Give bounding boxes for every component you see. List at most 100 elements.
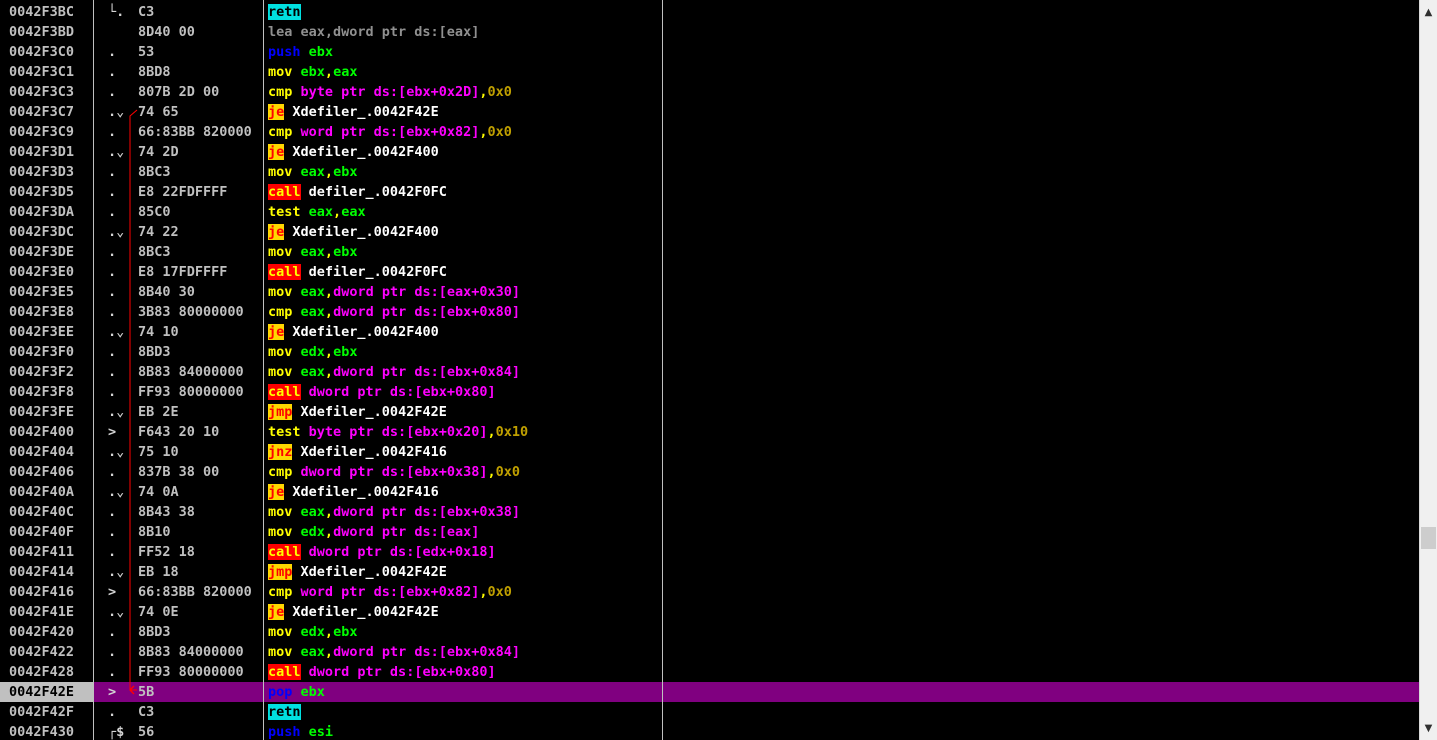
address-cell[interactable]: 0042F3DC [0, 222, 93, 242]
instruction-row[interactable]: 0042F404 .⌄ 75 10 jnz Xdefiler_.0042F416 [0, 442, 1419, 462]
address-cell[interactable]: 0042F42E [0, 682, 93, 702]
disassembly-cell[interactable]: je Xdefiler_.0042F42E [268, 102, 658, 122]
hex-dump-cell[interactable]: C3 [138, 2, 263, 22]
disassembly-cell[interactable]: je Xdefiler_.0042F42E [268, 602, 658, 622]
address-cell[interactable]: 0042F414 [0, 562, 93, 582]
hex-dump-cell[interactable]: 74 0E [138, 602, 263, 622]
hex-dump-cell[interactable]: 8BC3 [138, 242, 263, 262]
disassembly-cell[interactable]: mov eax,ebx [268, 242, 658, 262]
instruction-row[interactable]: 0042F411. FF52 18 call dword ptr ds:[edx+0… [0, 542, 1419, 562]
hex-dump-cell[interactable]: 8B10 [138, 522, 263, 542]
hex-dump-cell[interactable]: 74 22 [138, 222, 263, 242]
instruction-row[interactable]: 0042F3C0. 53 push ebx [0, 42, 1419, 62]
hex-dump-cell[interactable]: 807B 2D 00 [138, 82, 263, 102]
hex-dump-cell[interactable]: FF52 18 [138, 542, 263, 562]
disassembly-cell[interactable]: mov eax,dword ptr ds:[ebx+0x84] [268, 642, 658, 662]
disassembly-cell[interactable]: call dword ptr ds:[edx+0x18] [268, 542, 658, 562]
address-cell[interactable]: 0042F428 [0, 662, 93, 682]
address-cell[interactable]: 0042F3C3 [0, 82, 93, 102]
disassembly-cell[interactable]: je Xdefiler_.0042F400 [268, 322, 658, 342]
instruction-row[interactable]: 0042F3C7 .⌄ 74 65 je Xdefiler_.0042F42E [0, 102, 1419, 122]
scroll-down-icon[interactable]: ▼ [1420, 720, 1437, 737]
address-cell[interactable]: 0042F3BC [0, 2, 93, 22]
instruction-row[interactable]: 0042F3D1 .⌄ 74 2D je Xdefiler_.0042F400 [0, 142, 1419, 162]
address-cell[interactable]: 0042F3D1 [0, 142, 93, 162]
instruction-row[interactable]: 0042F3D5. E8 22FDFFFF call defiler_.0042F0… [0, 182, 1419, 202]
instruction-row[interactable]: 0042F3E0. E8 17FDFFFF call defiler_.0042F0… [0, 262, 1419, 282]
hex-dump-cell[interactable]: EB 18 [138, 562, 263, 582]
instruction-row[interactable]: 0042F3C1. 8BD8 mov ebx,eax [0, 62, 1419, 82]
instruction-row[interactable]: 0042F3FE .⌄ EB 2E jmp Xdefiler_.0042F42E [0, 402, 1419, 422]
hex-dump-cell[interactable]: 8D40 00 [138, 22, 263, 42]
hex-dump-cell[interactable]: 8B83 84000000 [138, 642, 263, 662]
address-cell[interactable]: 0042F42F [0, 702, 93, 722]
address-cell[interactable]: 0042F3E5 [0, 282, 93, 302]
hex-dump-cell[interactable]: 5B [138, 682, 263, 702]
disassembly-cell[interactable]: mov edx,dword ptr ds:[eax] [268, 522, 658, 542]
instruction-row[interactable]: 0042F3DA. 85C0 test eax,eax [0, 202, 1419, 222]
disassembly-cell[interactable]: test eax,eax [268, 202, 658, 222]
address-cell[interactable]: 0042F411 [0, 542, 93, 562]
address-cell[interactable]: 0042F3F2 [0, 362, 93, 382]
hex-dump-cell[interactable]: 74 10 [138, 322, 263, 342]
disassembly-cell[interactable]: cmp word ptr ds:[ebx+0x82],0x0 [268, 122, 658, 142]
disassembly-cell[interactable]: retn [268, 702, 658, 722]
address-cell[interactable]: 0042F3DE [0, 242, 93, 262]
hex-dump-cell[interactable]: 56 [138, 722, 263, 740]
disassembly-cell[interactable]: je Xdefiler_.0042F416 [268, 482, 658, 502]
hex-dump-cell[interactable]: 8BC3 [138, 162, 263, 182]
instruction-row[interactable]: 0042F406. 837B 38 00 cmp dword ptr ds:[ebx… [0, 462, 1419, 482]
scroll-up-icon[interactable]: ▲ [1420, 4, 1437, 21]
hex-dump-cell[interactable]: 8B43 38 [138, 502, 263, 522]
address-cell[interactable]: 0042F400 [0, 422, 93, 442]
disassembly-cell[interactable]: pop ebx [268, 682, 658, 702]
hex-dump-cell[interactable]: 8B83 84000000 [138, 362, 263, 382]
address-cell[interactable]: 0042F422 [0, 642, 93, 662]
disassembly-cell[interactable]: cmp byte ptr ds:[ebx+0x2D],0x0 [268, 82, 658, 102]
disassembly-cell[interactable]: call defiler_.0042F0FC [268, 262, 658, 282]
hex-dump-cell[interactable]: 837B 38 00 [138, 462, 263, 482]
disassembly-cell[interactable]: cmp dword ptr ds:[ebx+0x38],0x0 [268, 462, 658, 482]
instruction-row[interactable]: 0042F41E .⌄ 74 0E je Xdefiler_.0042F42E [0, 602, 1419, 622]
instruction-row[interactable]: 0042F414 .⌄ EB 18 jmp Xdefiler_.0042F42E [0, 562, 1419, 582]
instruction-row[interactable]: 0042F42E >5B pop ebx [0, 682, 1419, 702]
disassembly-cell[interactable]: call dword ptr ds:[ebx+0x80] [268, 382, 658, 402]
instruction-row[interactable]: 0042F3DE. 8BC3 mov eax,ebx [0, 242, 1419, 262]
vertical-scrollbar[interactable]: ▲ ▼ [1419, 0, 1437, 740]
instruction-row[interactable]: 0042F422. 8B83 84000000 mov eax,dword ptr … [0, 642, 1419, 662]
address-cell[interactable]: 0042F3F0 [0, 342, 93, 362]
hex-dump-cell[interactable]: E8 22FDFFFF [138, 182, 263, 202]
address-cell[interactable]: 0042F40A [0, 482, 93, 502]
disassembly-cell[interactable]: je Xdefiler_.0042F400 [268, 222, 658, 242]
address-cell[interactable]: 0042F3DA [0, 202, 93, 222]
address-cell[interactable]: 0042F3E8 [0, 302, 93, 322]
disassembly-cell[interactable]: retn [268, 2, 658, 22]
address-cell[interactable]: 0042F430 [0, 722, 93, 740]
disassembly-cell[interactable]: je Xdefiler_.0042F400 [268, 142, 658, 162]
disassembly-pane[interactable]: 0042F3BC └. C3 retn 0042F3BD 8D40 00 lea eax,d… [0, 0, 1419, 740]
disassembly-cell[interactable]: mov eax,ebx [268, 162, 658, 182]
disassembly-cell[interactable]: jmp Xdefiler_.0042F42E [268, 562, 658, 582]
hex-dump-cell[interactable]: FF93 80000000 [138, 662, 263, 682]
hex-dump-cell[interactable]: 3B83 80000000 [138, 302, 263, 322]
instruction-row[interactable]: 0042F416 >66:83BB 820000 cmp word ptr ds:[… [0, 582, 1419, 602]
instruction-row[interactable]: 0042F3F2. 8B83 84000000 mov eax,dword ptr … [0, 362, 1419, 382]
address-cell[interactable]: 0042F3F8 [0, 382, 93, 402]
instruction-row[interactable]: 0042F3DC .⌄ 74 22 je Xdefiler_.0042F400 [0, 222, 1419, 242]
instruction-row[interactable]: 0042F42F. C3 retn [0, 702, 1419, 722]
disassembly-cell[interactable]: mov eax,dword ptr ds:[ebx+0x84] [268, 362, 658, 382]
address-cell[interactable]: 0042F3BD [0, 22, 93, 42]
column-divider-disassembly[interactable] [662, 0, 663, 740]
address-cell[interactable]: 0042F3D3 [0, 162, 93, 182]
hex-dump-cell[interactable]: 74 2D [138, 142, 263, 162]
instruction-row[interactable]: 0042F40A .⌄ 74 0A je Xdefiler_.0042F416 [0, 482, 1419, 502]
disassembly-cell[interactable]: cmp eax,dword ptr ds:[ebx+0x80] [268, 302, 658, 322]
instruction-row[interactable]: 0042F3C3. 807B 2D 00 cmp byte ptr ds:[ebx+… [0, 82, 1419, 102]
address-cell[interactable]: 0042F3C9 [0, 122, 93, 142]
hex-dump-cell[interactable]: 74 0A [138, 482, 263, 502]
address-cell[interactable]: 0042F40F [0, 522, 93, 542]
instruction-row[interactable]: 0042F3BD 8D40 00 lea eax,dword ptr ds:[eax… [0, 22, 1419, 42]
disassembly-cell[interactable]: mov edx,ebx [268, 342, 658, 362]
column-divider-hex[interactable] [263, 0, 264, 740]
hex-dump-cell[interactable]: 8BD8 [138, 62, 263, 82]
